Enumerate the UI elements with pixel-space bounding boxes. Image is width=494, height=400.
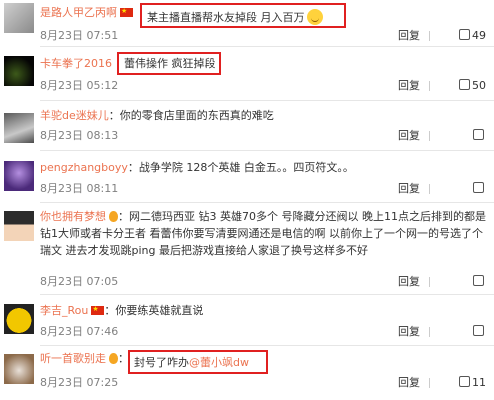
divider (429, 31, 430, 41)
avatar[interactable] (4, 304, 34, 334)
comment-item: 你也拥有梦想 ：网二德玛西亚 钻3 英雄70多个 号降藏分还阀以 晚上11点之后排… (0, 203, 494, 295)
comment-text: 蕾伟操作 疯狂掉段 (124, 57, 216, 70)
comment-text: 封号了咋办 (134, 356, 189, 369)
avatar[interactable] (4, 211, 34, 241)
timestamp: 8月23日 07:25 (40, 376, 119, 389)
comment-text: 网二德玛西亚 钻3 英雄70多个 号降藏分还阀以 晚上11点之后排到的都是钻1大… (40, 210, 486, 257)
username[interactable]: 你也拥有梦想 (40, 210, 106, 223)
like-count: 50 (472, 79, 486, 92)
reply-button[interactable]: 回复 (398, 78, 420, 94)
like-button[interactable]: 49 (459, 28, 486, 44)
comment-text: 战争学院 128个英雄 白金五。。四页符文。。 (138, 161, 354, 174)
thumb-up-icon (473, 129, 484, 140)
divider (429, 184, 430, 194)
reply-button[interactable]: 回复 (398, 324, 420, 340)
timestamp: 8月23日 07:51 (40, 29, 119, 42)
comment-item: 李吉_Rou ：你要练英雄就直说 8月23日 07:46 回复 (0, 295, 494, 346)
comment-text: 某主播直播帮水友掉段 月入百万 (147, 11, 305, 24)
china-flag-icon (91, 302, 105, 317)
like-count: 11 (472, 376, 486, 389)
avatar[interactable] (4, 354, 34, 384)
divider (429, 277, 430, 287)
comment-text: 你的零食店里面的东西真的难吃 (119, 109, 274, 122)
like-button[interactable]: 50 (459, 78, 486, 94)
reply-button[interactable]: 回复 (398, 274, 420, 290)
avatar[interactable] (4, 113, 34, 143)
like-button[interactable] (473, 274, 486, 290)
avatar[interactable] (4, 56, 34, 86)
username[interactable]: 是路人甲乙丙啊 (40, 6, 117, 19)
comment-item: 是路人甲乙丙啊 某主播直播帮水友掉段 月入百万 8月23日 07:51 回复 4… (0, 0, 494, 47)
timestamp: 8月23日 08:13 (40, 129, 119, 142)
vip-badge-icon (109, 353, 118, 364)
comment-meta: 8月23日 08:13 回复 (40, 128, 486, 144)
separator: ： (118, 210, 129, 223)
mention-link[interactable]: @蕾小飒dw (189, 356, 249, 369)
thumb-up-icon (459, 79, 470, 90)
like-button[interactable] (473, 324, 486, 340)
avatar[interactable] (4, 161, 34, 191)
separator: ： (104, 304, 116, 317)
separator: ： (127, 161, 139, 174)
reply-button[interactable]: 回复 (398, 375, 420, 391)
comment-item: 卡车拳了2016 蕾伟操作 疯狂掉段 8月23日 05:12 回复 50 (0, 47, 494, 101)
comment-meta: 8月23日 07:51 回复 49 (40, 28, 486, 44)
like-count: 49 (472, 29, 486, 42)
username[interactable]: 卡车拳了2016 (40, 57, 112, 70)
reply-button[interactable]: 回复 (398, 28, 420, 44)
thumb-up-icon (473, 182, 484, 193)
thumb-up-icon (473, 325, 484, 336)
divider (429, 81, 430, 91)
comment-meta: 8月23日 05:12 回复 50 (40, 78, 486, 94)
smile-emoji-icon (306, 9, 323, 25)
comment-item: 听一首歌别走： 封号了咋办@蕾小飒dw 8月23日 07:25 回复 11 (0, 346, 494, 400)
separator: ： (108, 109, 120, 122)
reply-button[interactable]: 回复 (398, 128, 420, 144)
like-button[interactable] (473, 181, 486, 197)
divider (429, 131, 430, 141)
like-button[interactable]: 11 (459, 375, 486, 391)
comment-item: pengzhangboyy：战争学院 128个英雄 白金五。。四页符文。。 8月… (0, 151, 494, 203)
comment-meta: 8月23日 07:05 回复 (40, 274, 486, 290)
timestamp: 8月23日 07:05 (40, 275, 119, 288)
username[interactable]: 羊驼de迷妹儿 (40, 109, 109, 122)
username[interactable]: pengzhangboyy (40, 161, 128, 174)
vip-badge-icon (109, 211, 118, 222)
timestamp: 8月23日 05:12 (40, 79, 119, 92)
avatar[interactable] (4, 3, 34, 33)
comment-meta: 8月23日 07:25 回复 11 (40, 375, 486, 391)
thumb-up-icon (473, 275, 484, 286)
comment-meta: 8月23日 07:46 回复 (40, 324, 486, 340)
china-flag-icon (120, 4, 133, 19)
timestamp: 8月23日 07:46 (40, 325, 119, 338)
divider (429, 327, 430, 337)
divider (429, 378, 430, 388)
thumb-up-icon (459, 376, 470, 387)
comment-text: 你要练英雄就直说 (115, 304, 204, 317)
comment-item: 羊驼de迷妹儿：你的零食店里面的东西真的难吃 8月23日 08:13 回复 (0, 101, 494, 151)
username[interactable]: 李吉_Rou (40, 304, 88, 317)
comment-meta: 8月23日 08:11 回复 (40, 181, 486, 197)
like-button[interactable] (473, 128, 486, 144)
thumb-up-icon (459, 29, 470, 40)
reply-button[interactable]: 回复 (398, 181, 420, 197)
username[interactable]: 听一首歌别走 (40, 352, 106, 365)
timestamp: 8月23日 08:11 (40, 182, 119, 195)
